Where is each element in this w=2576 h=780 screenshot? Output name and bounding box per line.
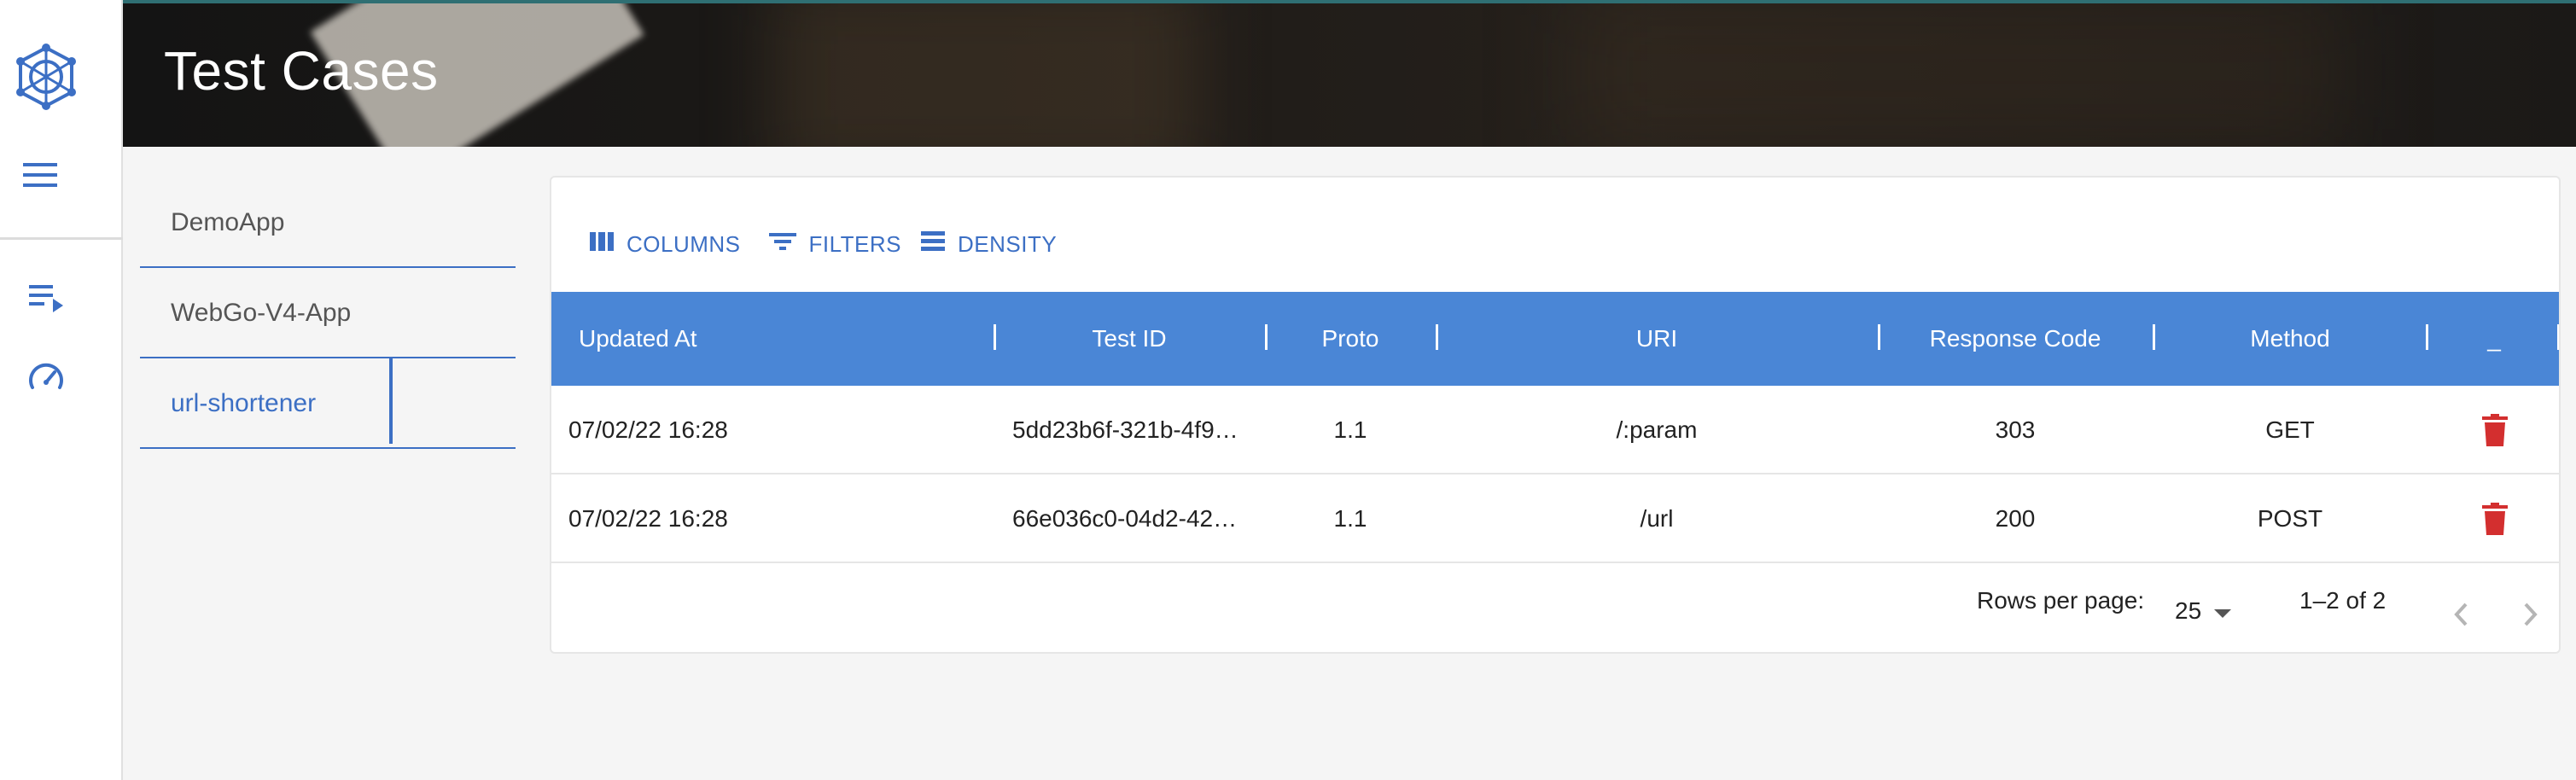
cell-uri: /:param: [1616, 416, 1698, 443]
delete-icon[interactable]: [2474, 493, 2516, 544]
columns-label: COLUMNS: [627, 230, 741, 257]
cell-updated-at: 07/02/22 16:28: [568, 505, 728, 532]
app-item-webgo-v4-app[interactable]: WebGo-V4-App: [140, 268, 533, 358]
app-item-label: WebGo-V4-App: [171, 299, 352, 327]
header-decoration: [772, 3, 1198, 147]
density-button[interactable]: DENSITY: [920, 230, 1057, 259]
left-nav-rail: [0, 0, 123, 780]
filter-list-icon: [768, 230, 797, 259]
hamburger-menu-icon[interactable]: [19, 154, 61, 196]
arrow-drop-down-icon: [2213, 597, 2232, 625]
cell-uri: /url: [1640, 505, 1674, 532]
rows-per-page-label: Rows per page:: [1977, 587, 2145, 614]
column-header-actions: _: [2487, 325, 2501, 352]
column-header-response-code[interactable]: Response Code: [1880, 292, 2151, 386]
network-globe-icon[interactable]: [12, 43, 80, 111]
cell-method: POST: [2257, 505, 2323, 532]
page-title: Test Cases: [164, 40, 439, 102]
pagination-range: 1–2 of 2: [2299, 587, 2387, 614]
column-header-test-id[interactable]: Test ID: [995, 292, 1263, 386]
density-label: DENSITY: [958, 230, 1058, 257]
density-icon: [920, 230, 946, 259]
cell-proto: 1.1: [1333, 416, 1367, 443]
active-app-indicator: [389, 358, 393, 444]
app-item-label: url-shortener: [171, 389, 317, 417]
grid-toolbar: COLUMNS FILTERS DENSITY: [589, 225, 1057, 263]
cell-response-code: 200: [1995, 505, 2036, 532]
filters-label: FILTERS: [808, 230, 901, 257]
cell-response-code: 303: [1995, 416, 2036, 443]
view-column-icon: [589, 230, 615, 259]
app-list: DemoApp WebGo-V4-App url-shortener: [140, 178, 533, 449]
test-cases-grid: COLUMNS FILTERS DENSITY Updated At Test …: [550, 176, 2561, 654]
rail-divider: [0, 237, 123, 240]
app-item-url-shortener[interactable]: url-shortener: [140, 358, 533, 449]
rows-per-page-value: 25: [2175, 597, 2202, 624]
column-separator[interactable]: [2557, 324, 2559, 350]
column-header-updated-at[interactable]: Updated At: [579, 292, 980, 386]
header-decoration: [1574, 3, 2342, 147]
table-header-row: Updated At Test ID Proto URI Response Co…: [551, 292, 2559, 386]
columns-button[interactable]: COLUMNS: [589, 230, 741, 259]
speedometer-icon[interactable]: [22, 353, 70, 401]
page-header-banner: Test Cases: [123, 3, 2576, 147]
cell-updated-at: 07/02/22 16:28: [568, 416, 728, 443]
cell-test-id: 5dd23b6f-321b-4f9…: [1012, 416, 1238, 443]
playlist-play-icon[interactable]: [22, 273, 70, 321]
cell-test-id: 66e036c0-04d2-42…: [1012, 505, 1238, 532]
chevron-right-icon[interactable]: [2513, 596, 2547, 633]
column-header-method[interactable]: Method: [2154, 292, 2426, 386]
chevron-left-icon[interactable]: [2445, 596, 2479, 633]
column-header-proto[interactable]: Proto: [1267, 292, 1434, 386]
table-row[interactable]: 07/02/22 16:28 5dd23b6f-321b-4f9… 1.1 /:…: [551, 386, 2559, 474]
app-item-label: DemoApp: [171, 208, 285, 236]
rows-per-page-select[interactable]: 25: [2175, 597, 2232, 625]
delete-icon[interactable]: [2474, 405, 2516, 456]
pagination-footer: Rows per page: 25 1–2 of 2: [551, 565, 2559, 650]
app-item-demoapp[interactable]: DemoApp: [140, 178, 533, 268]
cell-proto: 1.1: [1333, 505, 1367, 532]
column-header-uri[interactable]: URI: [1437, 292, 1876, 386]
filters-button[interactable]: FILTERS: [768, 230, 901, 259]
table-row[interactable]: 07/02/22 16:28 66e036c0-04d2-42… 1.1 /ur…: [551, 474, 2559, 563]
app-item-divider: [140, 447, 516, 449]
cell-method: GET: [2265, 416, 2315, 443]
